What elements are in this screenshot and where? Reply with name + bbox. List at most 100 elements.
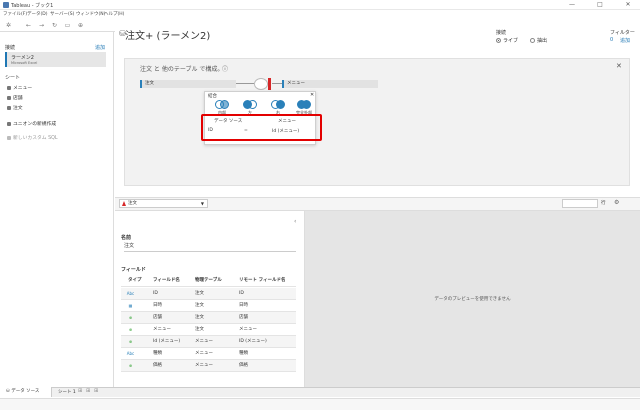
geo-type-icon[interactable]: ⊕ bbox=[125, 324, 136, 336]
collapse-icon[interactable]: ‹ bbox=[294, 218, 296, 225]
menu-window[interactable]: ウィンドウ(N) bbox=[76, 11, 105, 17]
connection-item[interactable]: ラーメン2 Microsoft Excel bbox=[5, 52, 106, 67]
table-row[interactable]: ⊕ 価格 メニュー 価格 bbox=[121, 360, 296, 372]
live-radio[interactable]: ライブ bbox=[496, 37, 518, 44]
new-story-icon[interactable]: ⊞ bbox=[94, 388, 98, 394]
col-header-field: フィールド名 bbox=[153, 278, 180, 283]
string-type-icon[interactable]: Abc bbox=[125, 288, 136, 300]
right-table-pill[interactable]: メニュー bbox=[282, 80, 378, 88]
physical-table: メニュー bbox=[195, 351, 213, 356]
filter-add-link[interactable]: 追加 bbox=[620, 37, 630, 44]
table-row[interactable]: ⊕ 店舗 注文 店舗 bbox=[121, 312, 296, 324]
menu-server[interactable]: サーバー(S) bbox=[50, 11, 74, 17]
name-value[interactable]: 注文 bbox=[124, 242, 296, 252]
join-connector-left bbox=[236, 83, 254, 84]
maximize-button[interactable]: □ bbox=[594, 1, 606, 9]
menu-help[interactable]: ヘルプ(H) bbox=[104, 11, 124, 17]
geo-type-icon[interactable]: ⊕ bbox=[125, 312, 136, 324]
fields-header-row: タイプ フィールド名 物理テーブル リモート フィールド名 bbox=[121, 275, 296, 287]
physical-table: メニュー bbox=[195, 339, 213, 344]
add-connection-link[interactable]: 追加 bbox=[95, 44, 105, 51]
table-row[interactable]: ▦ 日時 注文 日時 bbox=[121, 300, 296, 312]
minimize-button[interactable]: — bbox=[566, 1, 578, 9]
sheet-item-order[interactable]: 注文 bbox=[7, 104, 23, 111]
redo-icon[interactable]: ↻ bbox=[51, 23, 58, 29]
back-icon[interactable]: ← bbox=[25, 23, 32, 29]
datasource-title[interactable]: 注文+ (ラーメン2) bbox=[125, 27, 210, 42]
table-row[interactable]: ⊕ メニュー 注文 メニュー bbox=[121, 324, 296, 336]
sheets-header: シート bbox=[5, 75, 21, 81]
tab-sheet[interactable]: シート 1 bbox=[58, 389, 76, 395]
remote-field: 種類 bbox=[239, 351, 248, 356]
sheet-item-store[interactable]: 店舗 bbox=[7, 94, 23, 101]
save-icon[interactable]: ▭ bbox=[64, 23, 71, 29]
name-label: 名前 bbox=[121, 235, 132, 241]
forward-icon[interactable]: → bbox=[38, 23, 45, 29]
new-dashboard-icon[interactable]: ⊞ bbox=[86, 388, 90, 394]
preview-unavailable-message: データのプレビューを使用できません bbox=[434, 297, 511, 302]
window-title: Tableau - ブック1 bbox=[11, 3, 54, 9]
new-datasource-icon[interactable]: ⊕ bbox=[77, 23, 84, 29]
date-type-icon[interactable]: ▦ bbox=[125, 300, 136, 312]
physical-table: 注文 bbox=[195, 303, 204, 308]
radio-selected-icon bbox=[496, 38, 501, 43]
rows-label: 行 bbox=[601, 201, 606, 206]
field-name: 日時 bbox=[153, 303, 162, 308]
physical-table: 注文 bbox=[195, 327, 204, 332]
connections-header: 接続 bbox=[5, 45, 16, 51]
remote-field: メニュー bbox=[239, 327, 257, 332]
close-join-panel-icon[interactable]: ✕ bbox=[616, 62, 622, 70]
tableau-home-icon[interactable]: ✲ bbox=[5, 23, 12, 29]
join-panel bbox=[124, 58, 630, 186]
right-join-icon[interactable] bbox=[271, 100, 285, 109]
inner-join-icon[interactable] bbox=[215, 100, 229, 109]
col-header-type: タイプ bbox=[128, 278, 142, 283]
new-union-item[interactable]: ユニオンの新規作成 bbox=[7, 120, 56, 127]
menu-bar: ファイル(F) データ(D) サーバー(S) ウィンドウ(N) ヘルプ(H) bbox=[0, 10, 640, 18]
join-venn-icon[interactable] bbox=[254, 78, 268, 90]
close-window-button[interactable]: ✕ bbox=[622, 1, 634, 9]
physical-table: 注文 bbox=[195, 291, 204, 296]
geo-type-icon[interactable]: ⊕ bbox=[125, 336, 136, 348]
new-sheet-icon[interactable]: ⊞ bbox=[78, 388, 82, 394]
string-type-icon[interactable]: Abc bbox=[125, 348, 136, 360]
gear-icon[interactable]: ⚙ bbox=[614, 199, 619, 206]
field-name: 種類 bbox=[153, 351, 162, 356]
info-icon[interactable]: ⓘ bbox=[222, 64, 228, 73]
filter-label: フィルター bbox=[610, 30, 635, 36]
sheet-item-menu[interactable]: メニュー bbox=[7, 84, 32, 91]
table-row[interactable]: ⊕ Id (メニュー) メニュー ID (メニュー) bbox=[121, 336, 296, 348]
connection-type: Microsoft Excel bbox=[11, 61, 38, 65]
left-table-pill[interactable]: 注文 bbox=[140, 80, 236, 88]
new-custom-sql-item[interactable]: 新しいカスタム SQL bbox=[7, 134, 58, 141]
tab-datasource[interactable]: ⛁ データ ソース bbox=[0, 387, 52, 397]
remote-field: 日時 bbox=[239, 303, 248, 308]
extract-radio[interactable]: 抽出 bbox=[530, 37, 547, 44]
join-popup-title: 結合 bbox=[208, 94, 217, 99]
radio-unselected-icon bbox=[530, 38, 535, 43]
menu-data[interactable]: データ(D) bbox=[27, 11, 47, 17]
field-name: 店舗 bbox=[153, 315, 162, 320]
sheet-icon bbox=[7, 105, 11, 110]
chevron-down-icon: ▼ bbox=[200, 201, 204, 206]
join-hint: 注文 と 他のテーブル で構成。 bbox=[140, 66, 224, 73]
menu-file[interactable]: ファイル(F) bbox=[3, 11, 27, 17]
sheet-label: メニュー bbox=[13, 86, 33, 91]
sheet-icon bbox=[7, 85, 11, 90]
live-label: ライブ bbox=[503, 38, 519, 44]
sheet-label: 注文 bbox=[13, 106, 23, 111]
title-bar: Tableau - ブック1 — □ ✕ bbox=[0, 0, 640, 10]
rows-input[interactable] bbox=[562, 199, 598, 208]
table-select[interactable]: 注文 ▼ bbox=[119, 199, 208, 208]
left-join-icon[interactable] bbox=[243, 100, 257, 109]
join-popup-close-icon[interactable]: ✕ bbox=[310, 92, 314, 98]
geo-type-icon[interactable]: ⊕ bbox=[125, 360, 136, 372]
table-row[interactable]: Abc 種類 メニュー 種類 bbox=[121, 348, 296, 360]
union-icon bbox=[7, 121, 11, 126]
join-connector-right bbox=[272, 83, 282, 84]
full-outer-join-icon[interactable] bbox=[297, 100, 311, 109]
warning-icon bbox=[122, 201, 126, 206]
table-row[interactable]: Abc ID 注文 ID bbox=[121, 288, 296, 300]
remote-field: 価格 bbox=[239, 363, 248, 368]
sql-icon bbox=[7, 135, 11, 140]
